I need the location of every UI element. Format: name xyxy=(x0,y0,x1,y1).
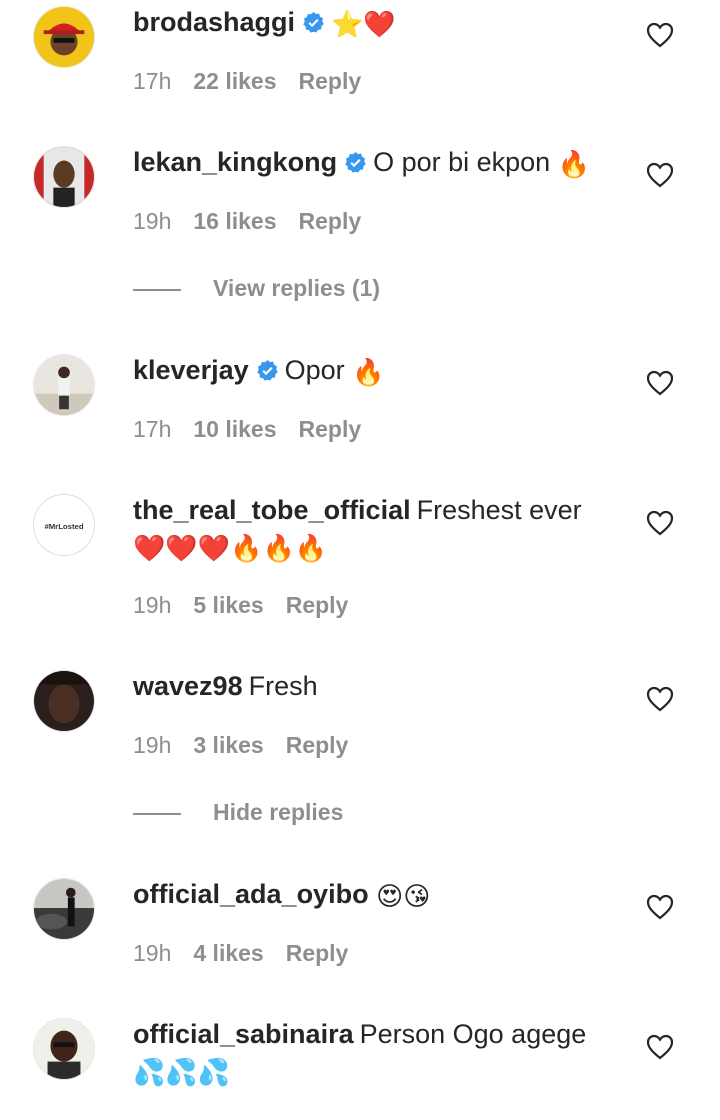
comment-meta: 19h 4 likes Reply xyxy=(133,940,370,967)
reply-button[interactable]: Reply xyxy=(299,68,362,94)
reply-button[interactable]: Reply xyxy=(286,592,349,618)
reply-button[interactable]: Reply xyxy=(299,416,362,442)
verified-badge-icon xyxy=(345,151,366,173)
verified-badge-icon xyxy=(303,11,324,33)
timestamp: 19h xyxy=(133,208,172,234)
heart-icon[interactable] xyxy=(646,894,674,920)
divider xyxy=(133,288,181,291)
timestamp: 19h xyxy=(133,940,172,966)
username[interactable]: wavez98 xyxy=(133,671,243,701)
comment-emoji: 😍😘 xyxy=(376,882,431,912)
view-replies-button[interactable]: View replies (1) xyxy=(133,275,380,305)
comment-emoji: 💦💦💦 xyxy=(133,1058,231,1088)
comment-text: Person Ogo agege xyxy=(359,1019,587,1049)
hide-replies-label[interactable]: Hide replies xyxy=(213,799,343,825)
reply-button[interactable]: Reply xyxy=(286,732,349,758)
timestamp: 17h xyxy=(133,68,172,94)
comment-emoji: 🔥 xyxy=(557,150,591,180)
avatar-text: #MrLosted xyxy=(44,522,83,531)
avatar[interactable] xyxy=(33,146,95,208)
comment-emoji: ❤️❤️❤️🔥🔥🔥 xyxy=(133,534,328,564)
hide-replies-button[interactable]: Hide replies xyxy=(133,799,343,829)
comment-meta: 19h 16 likes Reply xyxy=(133,208,383,235)
timestamp: 19h xyxy=(133,592,172,618)
comment-meta: 19h 5 likes Reply xyxy=(133,592,370,619)
view-replies-label[interactable]: View replies (1) xyxy=(213,275,380,301)
heart-icon[interactable] xyxy=(646,510,674,536)
username[interactable]: official_ada_oyibo xyxy=(133,879,369,909)
comment-meta: 17h 22 likes Reply xyxy=(133,68,383,95)
divider xyxy=(133,812,181,815)
avatar[interactable] xyxy=(33,354,95,416)
timestamp: 19h xyxy=(133,732,172,758)
comment-emoji: ⭐❤️ xyxy=(331,10,396,40)
likes-count[interactable]: 10 likes xyxy=(193,416,276,442)
likes-count[interactable]: 4 likes xyxy=(193,940,263,966)
verified-badge-icon xyxy=(256,359,278,381)
comment-text: Opor xyxy=(284,355,345,385)
comment-text: O por bi ekpon xyxy=(373,147,551,177)
comment-text: Freshest ever xyxy=(416,495,582,525)
avatar[interactable]: #MrLosted xyxy=(33,494,95,556)
avatar[interactable] xyxy=(33,670,95,732)
avatar[interactable] xyxy=(33,1018,95,1080)
heart-icon[interactable] xyxy=(646,162,674,188)
heart-icon[interactable] xyxy=(646,22,674,48)
likes-count[interactable]: 22 likes xyxy=(193,68,276,94)
likes-count[interactable]: 5 likes xyxy=(193,592,263,618)
username[interactable]: the_real_tobe_official xyxy=(133,495,411,525)
reply-button[interactable]: Reply xyxy=(299,208,362,234)
username[interactable]: lekan_kingkong xyxy=(133,147,337,177)
avatar[interactable] xyxy=(33,6,95,68)
comment-emoji: 🔥 xyxy=(352,358,385,388)
likes-count[interactable]: 16 likes xyxy=(193,208,276,234)
heart-icon[interactable] xyxy=(646,1034,674,1060)
avatar[interactable] xyxy=(33,878,95,940)
heart-icon[interactable] xyxy=(646,370,674,396)
reply-button[interactable]: Reply xyxy=(286,940,349,966)
username[interactable]: kleverjay xyxy=(133,355,249,385)
username[interactable]: official_sabinaira xyxy=(133,1019,354,1049)
comment-meta: 19h 3 likes Reply xyxy=(133,732,370,759)
heart-icon[interactable] xyxy=(646,686,674,712)
likes-count[interactable]: 3 likes xyxy=(193,732,263,758)
timestamp: 17h xyxy=(133,416,172,442)
comment-meta: 17h 10 likes Reply xyxy=(133,416,383,443)
comment-text: Fresh xyxy=(248,671,318,701)
username[interactable]: brodashaggi xyxy=(133,7,295,37)
